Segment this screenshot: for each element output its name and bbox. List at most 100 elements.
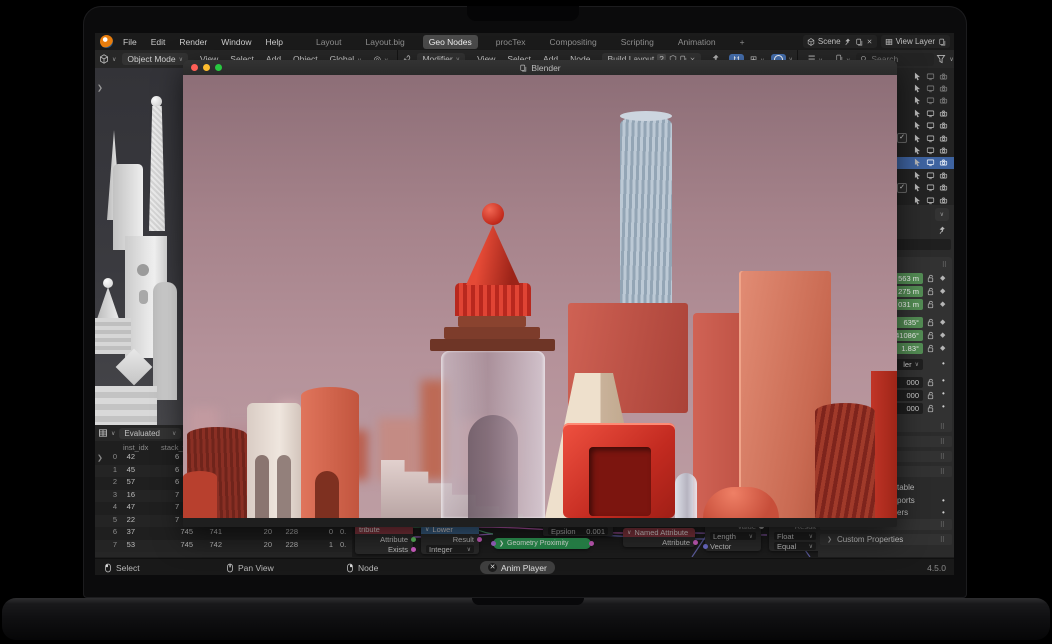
lock-icon[interactable]	[926, 331, 935, 340]
hide-viewport-monitor-icon[interactable]	[926, 109, 935, 118]
animate-dot[interactable]: •	[942, 496, 945, 505]
lock-icon[interactable]	[926, 391, 935, 400]
close-traffic-light[interactable]	[191, 64, 198, 71]
render-window-titlebar[interactable]: Blender	[183, 60, 897, 75]
tab-add-workspace[interactable]: +	[734, 35, 751, 49]
pin-icon[interactable]	[844, 38, 852, 46]
animate-dot[interactable]: •	[942, 402, 945, 411]
hide-viewport-monitor-icon[interactable]	[926, 146, 935, 155]
tab-compositing[interactable]: Compositing	[544, 35, 603, 49]
viewport-3d[interactable]: ❯	[95, 68, 183, 425]
lock-icon[interactable]	[926, 274, 935, 283]
disable-render-camera-icon[interactable]	[939, 134, 948, 143]
menu-edit[interactable]: Edit	[151, 37, 166, 47]
attribute-node-fragment[interactable]: tribute Attribute Exists	[355, 525, 413, 554]
tab-layout-big[interactable]: Layout.big	[360, 35, 411, 49]
tab-layout[interactable]: Layout	[310, 35, 348, 49]
epsilon-field[interactable]: Epsilon0.001	[548, 527, 608, 535]
tab-scripting[interactable]: Scripting	[615, 35, 660, 49]
lock-icon[interactable]	[926, 318, 935, 327]
hide-viewport-monitor-icon[interactable]	[926, 72, 935, 81]
socket-attribute[interactable]	[411, 537, 416, 542]
checkbox[interactable]: ✓	[897, 183, 907, 193]
pin-id-icon[interactable]	[938, 226, 947, 235]
view-layer-selector[interactable]: View Layer	[881, 35, 950, 48]
socket-output[interactable]	[589, 541, 594, 546]
selectable-pointer-icon[interactable]	[913, 146, 922, 155]
funnel-dropdown[interactable]: ∨	[949, 56, 953, 63]
socket-input[interactable]	[491, 541, 496, 546]
named-attribute-node[interactable]: ∨Named Attribute Attribute	[623, 528, 695, 547]
keyframe-diamond-icon[interactable]: ◆	[940, 300, 945, 308]
close-icon[interactable]	[866, 38, 873, 45]
keyframe-diamond-icon[interactable]: ◆	[940, 274, 945, 282]
lower-node[interactable]: ∨Lower Result Integer∨	[421, 525, 479, 554]
disable-render-camera-icon[interactable]	[939, 109, 948, 118]
properties-options-dropdown[interactable]: ∨	[935, 208, 949, 221]
tab-proctex[interactable]: procTex	[490, 35, 532, 49]
column-inst-idx[interactable]: inst_idx	[123, 443, 148, 452]
viewport-editor-type-icon[interactable]	[99, 54, 109, 64]
float-dropdown[interactable]: Float∨	[774, 532, 816, 540]
minimize-traffic-light[interactable]	[203, 64, 210, 71]
animate-dot[interactable]: •	[942, 376, 945, 385]
anim-player-badge[interactable]: ✕ Anim Player	[480, 561, 555, 574]
hide-viewport-monitor-icon[interactable]	[926, 96, 935, 105]
stop-player-icon[interactable]: ✕	[488, 563, 497, 572]
selectable-pointer-icon[interactable]	[913, 72, 922, 81]
panel-drag-dots[interactable]: ⠿	[942, 261, 948, 269]
socket-attribute[interactable]	[693, 540, 698, 545]
dataset-dropdown[interactable]: Evaluated∨	[119, 428, 181, 439]
hide-viewport-monitor-icon[interactable]	[926, 183, 935, 192]
lock-icon[interactable]	[926, 404, 935, 413]
disable-render-camera-icon[interactable]	[939, 158, 948, 167]
hide-viewport-monitor-icon[interactable]	[926, 134, 935, 143]
hide-viewport-monitor-icon[interactable]	[926, 171, 935, 180]
lock-icon[interactable]	[926, 378, 935, 387]
tab-geo-nodes[interactable]: Geo Nodes	[423, 35, 478, 49]
selectable-pointer-icon[interactable]	[913, 171, 922, 180]
disable-render-camera-icon[interactable]	[939, 96, 948, 105]
new-view-layer-icon[interactable]	[938, 38, 946, 46]
socket-result[interactable]	[477, 537, 482, 542]
mode-dropdown[interactable]: Object Mode∨	[122, 53, 188, 65]
animate-dot[interactable]: •	[942, 508, 945, 517]
table-row[interactable]: 7 53 745 742 20 228 1 0.	[95, 540, 352, 552]
zoom-traffic-light[interactable]	[215, 64, 222, 71]
hide-viewport-monitor-icon[interactable]	[926, 196, 935, 205]
blender-logo-icon[interactable]	[100, 35, 113, 48]
selectable-pointer-icon[interactable]	[913, 109, 922, 118]
animate-dot[interactable]: •	[942, 359, 945, 368]
hide-viewport-monitor-icon[interactable]	[926, 84, 935, 93]
epsilon-node-fragment[interactable]: Epsilon0.001	[543, 526, 613, 536]
checkbox[interactable]: ✓	[897, 133, 907, 143]
equal-dropdown[interactable]: Equal∨	[774, 542, 816, 550]
selectable-pointer-icon[interactable]	[913, 134, 922, 143]
chevron-down-icon[interactable]: ∨	[111, 430, 115, 437]
geometry-proximity-node[interactable]: ❯ Geometry Proximity	[493, 538, 591, 549]
keyframe-diamond-icon[interactable]: ◆	[940, 331, 945, 339]
socket-exists[interactable]	[411, 547, 416, 552]
scene-selector[interactable]: Scene	[803, 35, 877, 48]
menu-window[interactable]: Window	[221, 37, 251, 47]
integer-dropdown[interactable]: Integer∨	[426, 545, 474, 553]
menu-help[interactable]: Help	[265, 37, 282, 47]
hide-viewport-monitor-icon[interactable]	[926, 121, 935, 130]
disable-render-camera-icon[interactable]	[939, 196, 948, 205]
disable-render-camera-icon[interactable]	[939, 72, 948, 81]
keyframe-diamond-icon[interactable]: ◆	[940, 344, 945, 352]
disable-render-camera-icon[interactable]	[939, 171, 948, 180]
length-dropdown[interactable]: Length∨	[710, 532, 756, 540]
menu-file[interactable]: File	[123, 37, 137, 47]
selectable-pointer-icon[interactable]	[913, 196, 922, 205]
toolbar-expand-arrow[interactable]: ❯	[97, 84, 103, 92]
spreadsheet-editor-type-icon[interactable]	[98, 428, 108, 438]
funnel-filter-icon[interactable]	[936, 54, 946, 64]
disable-render-camera-icon[interactable]	[939, 183, 948, 192]
selectable-pointer-icon[interactable]	[913, 121, 922, 130]
disable-render-camera-icon[interactable]	[939, 146, 948, 155]
selectable-pointer-icon[interactable]	[913, 183, 922, 192]
keyframe-diamond-icon[interactable]: ◆	[940, 318, 945, 326]
selectable-pointer-icon[interactable]	[913, 84, 922, 93]
selectable-pointer-icon[interactable]	[913, 158, 922, 167]
